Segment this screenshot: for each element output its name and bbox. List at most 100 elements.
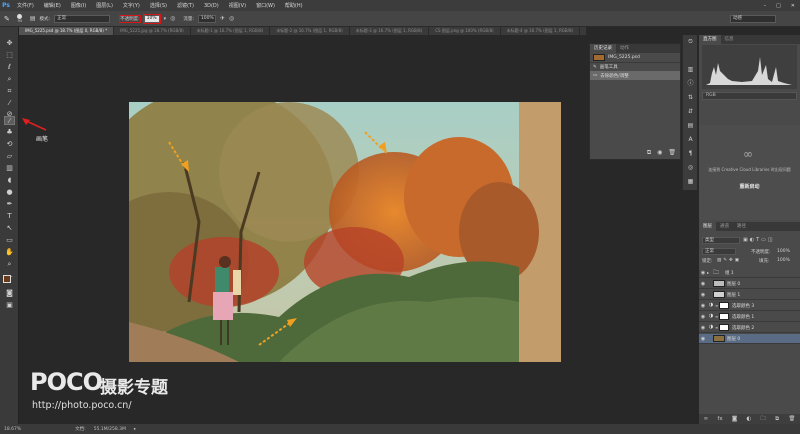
close-button[interactable]: ✕ [786, 3, 800, 9]
dodge-tool-icon[interactable]: ● [4, 188, 15, 197]
menu-file[interactable]: 文件(F) [12, 2, 39, 9]
workspace-select[interactable]: 动感 [730, 14, 776, 23]
tab-history[interactable]: 历史记录 [590, 44, 616, 53]
path-select-tool-icon[interactable]: ↖ [4, 224, 15, 233]
minimize-button[interactable]: – [759, 3, 772, 9]
tab-actions[interactable]: 动作 [616, 44, 633, 53]
visibility-eye-icon[interactable]: ◉ [699, 270, 707, 276]
history-icon[interactable]: ⏲ [686, 37, 695, 46]
tab-document-4[interactable]: 未标题-2 @ 16.7% (图层 1, RGB/8) [270, 27, 350, 35]
move-tool-icon[interactable]: ✥ [4, 39, 15, 48]
history-item[interactable]: ▭ 去除颜色/调整 [590, 71, 680, 80]
tab-paths[interactable]: 路径 [733, 222, 750, 231]
brush-presets-icon[interactable]: ▤ [686, 121, 695, 130]
info-icon[interactable]: ⓘ [686, 79, 695, 88]
tab-document-2[interactable]: IMG_5225.jpg @ 18.7% (RGB/8) [114, 27, 191, 35]
tab-document-5[interactable]: 未标题-3 @ 16.7% (图层 1, RGB/8) [350, 27, 430, 35]
menu-select[interactable]: 选择(S) [145, 2, 172, 9]
layer-row[interactable]: ◉ ◑ ∞ 选取颜色 2 [699, 323, 800, 333]
tab-histogram[interactable]: 直方图 [699, 35, 721, 44]
menu-image[interactable]: 图像(I) [66, 2, 91, 9]
zoom-tool-icon[interactable]: ⌕ [4, 260, 15, 269]
history-brush-tool-icon[interactable]: ⟲ [4, 140, 15, 149]
tab-channels[interactable]: 通道 [716, 222, 733, 231]
menu-window[interactable]: 窗口(W) [251, 2, 280, 9]
tab-info[interactable]: 信息 [721, 35, 738, 44]
new-adjustment-icon[interactable]: ◐ [746, 416, 751, 422]
fx-icon[interactable]: fx [717, 416, 722, 422]
swatches-icon[interactable]: ▦ [686, 177, 695, 186]
layer-row[interactable]: ◉ 图层 1 [699, 290, 800, 300]
menu-view[interactable]: 视图(V) [224, 2, 251, 9]
visibility-eye-icon[interactable]: ◉ [699, 314, 707, 320]
menu-type[interactable]: 文字(Y) [118, 2, 145, 9]
styles-icon[interactable]: ◎ [686, 163, 695, 172]
menu-3d[interactable]: 3D(D) [199, 3, 224, 9]
tab-document-7[interactable]: 未标题-4 @ 16.7% (图层 1, RGB/8) [501, 27, 581, 35]
trash-icon[interactable]: 🗑 [668, 149, 676, 157]
link-layers-icon[interactable]: ∞ [704, 416, 709, 422]
blend-mode-select[interactable]: 正常 [702, 248, 736, 255]
fill-value[interactable]: 100% [777, 258, 790, 263]
trash-icon[interactable]: 🗑 [788, 416, 795, 422]
type-tool-icon[interactable]: T [4, 212, 15, 221]
marquee-tool-icon[interactable]: ⬚ [4, 51, 15, 60]
eyedropper-tool-icon[interactable]: ⁄ [4, 99, 15, 108]
crop-tool-icon[interactable]: ⌗ [4, 87, 15, 96]
blur-tool-icon[interactable]: ◖ [4, 176, 15, 185]
lock-icons[interactable]: ▨✎✥▣ [717, 258, 741, 263]
layer-filter-icons[interactable]: ▣◐T▭◫ [743, 237, 775, 243]
menu-layer[interactable]: 图层(L) [91, 2, 118, 9]
paragraph-icon[interactable]: ¶ [686, 149, 695, 158]
tab-document-3[interactable]: 未标题-1 @ 16.7% (图层 1, RGB/8) [191, 27, 271, 35]
menu-edit[interactable]: 编辑(E) [39, 2, 66, 9]
layer-row[interactable]: ◉ ◑ ∞ 选取颜色 1 [699, 312, 800, 322]
document-image[interactable] [129, 102, 561, 362]
brush-tool-icon[interactable]: ✎ [4, 15, 10, 23]
camera-icon[interactable]: ◉ [657, 149, 662, 157]
zoom-level[interactable]: 18.67% [4, 427, 21, 432]
tab-document-6[interactable]: CS 图层.png @ 100% (RGB/8) [429, 27, 501, 35]
gradient-tool-icon[interactable]: ▥ [4, 164, 15, 173]
visibility-eye-icon[interactable]: ◉ [699, 292, 707, 298]
foreground-color-swatch[interactable] [3, 275, 11, 283]
layer-row-selected[interactable]: ◉ 图层 0 [699, 334, 800, 344]
maximize-button[interactable]: □ [771, 3, 786, 9]
chevron-right-icon[interactable]: ▸ [134, 427, 136, 432]
brush-tool-icon[interactable]: ⁄ [4, 116, 15, 125]
quick-select-tool-icon[interactable]: ⌕ [4, 75, 15, 84]
opacity-input[interactable]: 10% [142, 13, 161, 24]
layer-row[interactable]: ◉ ◑ ∞ 选取颜色 3 [699, 301, 800, 311]
menu-help[interactable]: 帮助(H) [280, 2, 308, 9]
eraser-tool-icon[interactable]: ▱ [4, 152, 15, 161]
lasso-tool-icon[interactable]: ℓ [4, 63, 15, 72]
visibility-eye-icon[interactable]: ◉ [699, 281, 707, 287]
clone-stamp-tool-icon[interactable]: ♣ [4, 128, 15, 137]
tab-document-1[interactable]: IMG_5225.psd @ 18.7% (图层 0, RGB/8) * [19, 27, 115, 35]
new-layer-icon[interactable]: ⧉ [775, 416, 779, 423]
shape-tool-icon[interactable]: ▭ [4, 236, 15, 245]
tab-layers[interactable]: 图层 [699, 222, 716, 231]
new-document-icon[interactable]: ⧉ [647, 149, 651, 157]
layer-row[interactable]: ◉ 图层 0 [699, 279, 800, 289]
pressure-opacity-icon[interactable]: ◎ [170, 15, 175, 22]
pressure-size-icon[interactable]: ◎ [229, 15, 234, 22]
new-group-icon[interactable]: 🗀 [760, 415, 766, 424]
adjustments-icon[interactable]: ⇅ [686, 93, 695, 102]
brush-panel-icon[interactable]: ▤ [30, 15, 36, 22]
visibility-eye-icon[interactable]: ◉ [699, 325, 707, 331]
history-item[interactable]: ✎ 画笔工具 [590, 62, 680, 71]
layer-filter-select[interactable]: 类型 [702, 237, 740, 244]
opacity-value[interactable]: 100% [777, 249, 790, 254]
history-snapshot[interactable]: IMG_5225.psd [590, 53, 680, 62]
histogram-channel-select[interactable]: RGB [702, 92, 797, 100]
brush-preset-picker[interactable]: 95 [14, 14, 26, 23]
airbrush-icon[interactable]: ✈ [220, 15, 225, 22]
visibility-eye-icon[interactable]: ◉ [699, 336, 707, 342]
properties-icon[interactable]: ⇵ [686, 107, 695, 116]
mode-select[interactable]: 正常 [54, 14, 111, 23]
restart-button[interactable]: 重新启动 [727, 183, 772, 190]
character-icon[interactable]: A [686, 135, 695, 144]
pen-tool-icon[interactable]: ✒ [4, 200, 15, 209]
quick-mask-icon[interactable]: ◙ [4, 289, 15, 298]
